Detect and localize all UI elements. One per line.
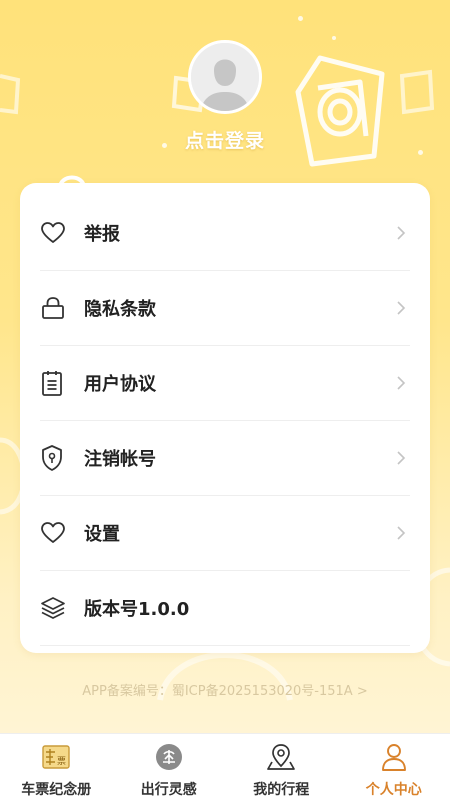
profile-header: 点击登录 xyxy=(0,0,450,180)
layers-icon xyxy=(40,593,70,623)
chevron-right-icon xyxy=(396,449,410,467)
heart-icon xyxy=(40,218,70,248)
heart-icon xyxy=(40,518,70,548)
default-avatar-icon xyxy=(191,43,259,111)
lock-icon xyxy=(40,293,70,323)
svg-text:票: 票 xyxy=(57,756,66,767)
chevron-right-icon xyxy=(396,299,410,317)
chevron-right-icon xyxy=(396,224,410,242)
ticket-icon: 票 xyxy=(41,742,71,772)
login-link[interactable]: 点击登录 xyxy=(0,126,450,153)
tab-label: 我的行程 xyxy=(253,782,310,798)
menu-item-privacy-policy[interactable]: 隐私条款 xyxy=(40,271,410,346)
chevron-right-icon xyxy=(396,374,410,392)
bottom-tab-bar: 票 车票纪念册 出行灵感 我的行程 个人中心 xyxy=(0,733,450,800)
document-icon xyxy=(40,368,70,398)
icp-filing-link[interactable]: APP备案编号：蜀ICP备2025153020号-151A > xyxy=(0,680,450,699)
tab-travel-inspiration[interactable]: 出行灵感 xyxy=(113,734,226,800)
inspiration-icon xyxy=(154,742,184,772)
shield-icon xyxy=(40,443,70,473)
user-icon xyxy=(379,742,409,772)
menu-label-report: 举报 xyxy=(84,224,120,245)
menu-label-privacy-policy: 隐私条款 xyxy=(84,299,156,320)
menu-item-report[interactable]: 举报 xyxy=(40,196,410,271)
menu-item-delete-account[interactable]: 注销帐号 xyxy=(40,421,410,496)
menu-item-version: 版本号1.0.0 xyxy=(40,571,410,646)
tab-personal-center[interactable]: 个人中心 xyxy=(338,734,450,800)
menu-label-version: 版本号1.0.0 xyxy=(84,599,190,620)
chevron-right-icon xyxy=(396,524,410,542)
tab-my-trips[interactable]: 我的行程 xyxy=(225,734,338,800)
menu-item-settings[interactable]: 设置 xyxy=(40,496,410,571)
menu-label-user-agreement: 用户协议 xyxy=(84,374,156,395)
menu-label-settings: 设置 xyxy=(84,524,120,545)
settings-menu-card: 举报 隐私条款 用户协议 注销帐号 设置 版本号1.0.0 xyxy=(20,183,430,653)
menu-item-user-agreement[interactable]: 用户协议 xyxy=(40,346,410,421)
tab-label: 个人中心 xyxy=(365,782,422,798)
menu-label-delete-account: 注销帐号 xyxy=(84,449,156,470)
tab-label: 车票纪念册 xyxy=(21,782,92,798)
avatar[interactable] xyxy=(188,40,262,114)
tab-ticket-album[interactable]: 票 车票纪念册 xyxy=(0,734,113,800)
tab-label: 出行灵感 xyxy=(140,782,197,798)
map-pin-icon xyxy=(266,742,296,772)
